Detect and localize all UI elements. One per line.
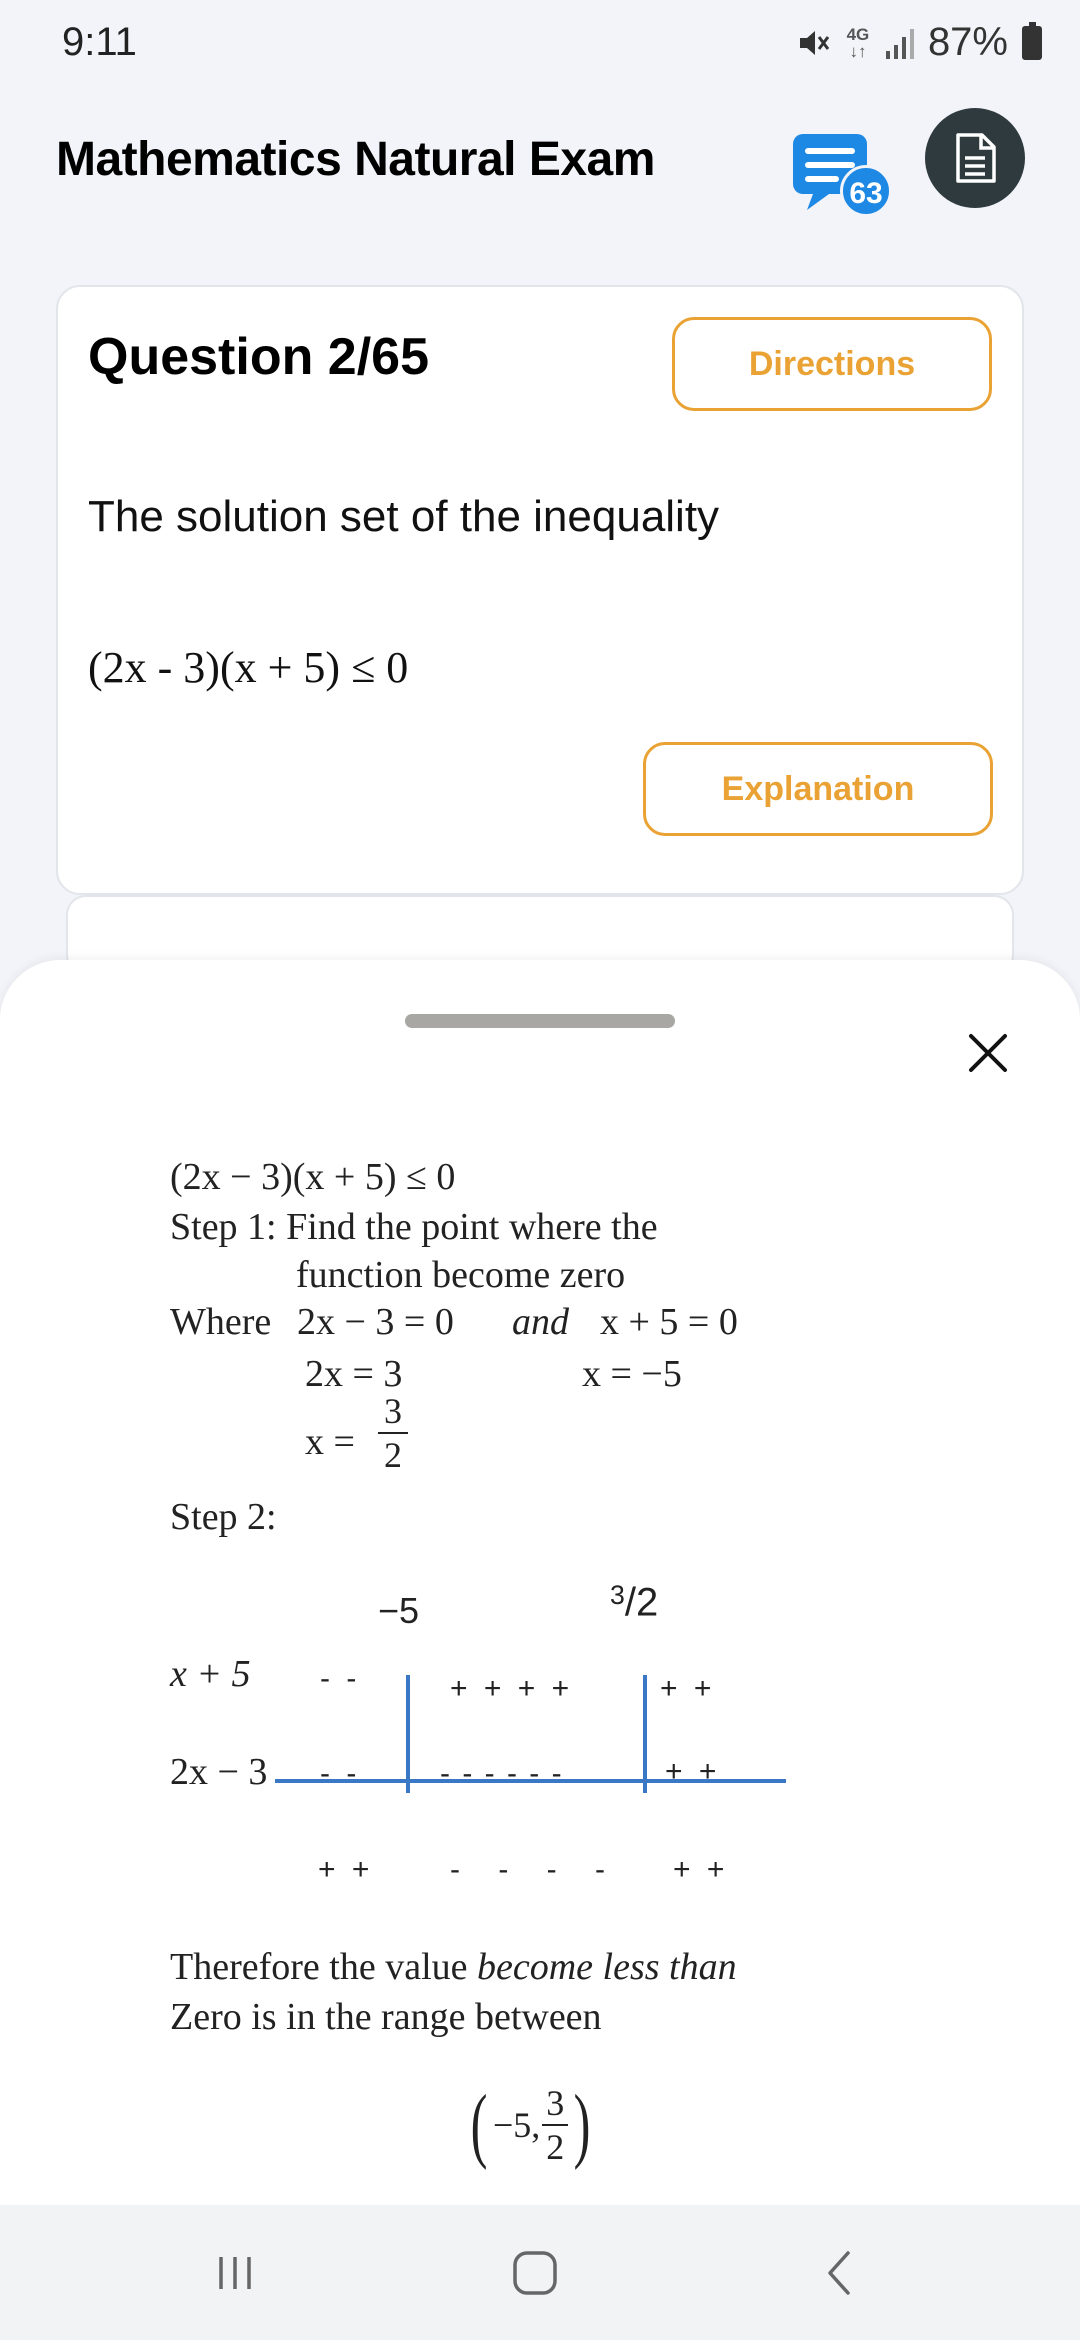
where-and-text: and bbox=[512, 1301, 569, 1343]
question-inequality: (2x - 3)(x + 5) ≤ 0 bbox=[88, 643, 409, 692]
where-and: and bbox=[512, 1300, 569, 1344]
signal-icon bbox=[885, 27, 914, 59]
network-icon: 4G ↓↑ bbox=[846, 24, 870, 61]
answer-fraction: 3 2 bbox=[542, 2083, 569, 2167]
network-label: 4G bbox=[846, 24, 870, 44]
result-mid-signs: - - - - bbox=[450, 1853, 605, 1886]
back-chevron-icon bbox=[828, 2250, 850, 2295]
answer-interval: ( −5, 3 2 ) bbox=[465, 2075, 596, 2175]
solution-line1: (2x − 3)(x + 5) ≤ 0 bbox=[170, 1156, 456, 1198]
status-icons: 4G ↓↑ 87% bbox=[796, 20, 1042, 65]
sign-chart-label-three-halves: 3/2 bbox=[610, 1580, 658, 1626]
directions-button[interactable]: Directions bbox=[672, 317, 992, 411]
fraction-denominator: 2 bbox=[384, 1435, 402, 1475]
eq-x-neg5: x = −5 bbox=[582, 1353, 682, 1395]
document-icon bbox=[956, 133, 996, 183]
answer-denominator: 2 bbox=[546, 2127, 565, 2167]
explanation-button[interactable]: Explanation bbox=[643, 742, 993, 836]
where-eq2: x + 5 = 0 bbox=[600, 1301, 738, 1343]
app-header: Mathematics Natural Exam bbox=[0, 110, 1080, 220]
where-label: Where bbox=[170, 1301, 272, 1343]
step1-text: Step 1: Find the point where the bbox=[170, 1206, 658, 1248]
step1-text-cont: function become zero bbox=[296, 1254, 626, 1296]
sign-chart-row1-label: x + 5 bbox=[170, 1652, 251, 1696]
question-number: Question 2/65 bbox=[88, 328, 429, 386]
home-button[interactable] bbox=[475, 2205, 595, 2340]
status-time: 9:11 bbox=[62, 20, 137, 64]
close-icon[interactable] bbox=[965, 1030, 1011, 1076]
recent-apps-button[interactable] bbox=[175, 2205, 295, 2340]
conclusion-line1a: Therefore the value bbox=[170, 1946, 468, 1988]
sign-chart-slash-two: /2 bbox=[624, 1580, 659, 1625]
battery-percent: 87% bbox=[927, 20, 1008, 64]
question-text: The solution set of the inequality bbox=[88, 492, 720, 541]
answer-open-paren: ( bbox=[470, 2078, 488, 2171]
back-button[interactable] bbox=[780, 2205, 900, 2340]
status-bar: 9:11 4G ↓↑ 87% bbox=[0, 0, 1080, 90]
document-button[interactable] bbox=[925, 108, 1025, 208]
mute-icon bbox=[799, 30, 830, 55]
sign-chart-lines bbox=[275, 1675, 786, 1793]
drag-handle[interactable] bbox=[405, 1014, 675, 1028]
question-card: Question 2/65 Directions The solution se… bbox=[56, 285, 1024, 895]
answer-prefix: −5, bbox=[492, 2105, 541, 2145]
answer-numerator: 3 bbox=[546, 2083, 565, 2123]
fraction-numerator: 3 bbox=[384, 1391, 402, 1431]
conclusion-line1: Therefore the value become less than bbox=[170, 1945, 737, 1989]
sign-chart-three: 3 bbox=[610, 1580, 625, 1610]
explanation-sheet: (2x − 3)(x + 5) ≤ 0 Step 1: Find the poi… bbox=[0, 960, 1080, 2205]
step2-text: Step 2: bbox=[170, 1496, 277, 1538]
result-right-signs: + + bbox=[673, 1853, 725, 1886]
battery-icon bbox=[1022, 21, 1042, 60]
recent-apps-icon bbox=[219, 2256, 251, 2289]
sign-chart-row2-label: 2x − 3 bbox=[170, 1751, 268, 1793]
sign-chart-label-neg5: −5 bbox=[378, 1590, 420, 1631]
result-left-signs: + + bbox=[318, 1853, 370, 1886]
answer-close-paren: ) bbox=[573, 2078, 591, 2171]
fraction-three-halves: 3 2 bbox=[378, 1392, 408, 1474]
page-title: Mathematics Natural Exam bbox=[56, 133, 655, 186]
where-eq1: 2x − 3 = 0 bbox=[297, 1301, 454, 1343]
question-count-badge: 63 bbox=[840, 165, 892, 217]
conclusion-line1b: become less than bbox=[477, 1946, 737, 1988]
eq-x-prefix: x = bbox=[305, 1421, 355, 1463]
home-icon bbox=[513, 2250, 557, 2295]
conclusion-line2: Zero is in the range between bbox=[170, 1996, 602, 2038]
row1-label-text: x + 5 bbox=[170, 1653, 251, 1695]
eq-2x: 2x = 3 bbox=[305, 1353, 403, 1395]
system-nav-bar bbox=[0, 2205, 1080, 2340]
